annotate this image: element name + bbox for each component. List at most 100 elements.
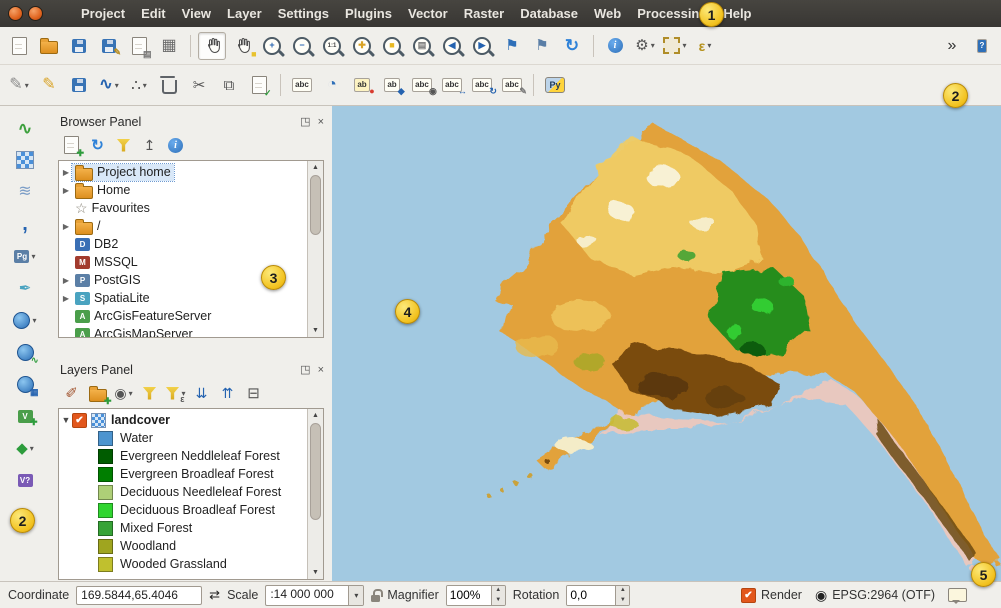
close-panel-icon[interactable]: ×: [318, 117, 324, 128]
zoom-next-button[interactable]: ▶: [468, 32, 496, 60]
identify-features-button[interactable]: i: [601, 32, 629, 60]
zoom-in-button[interactable]: +: [258, 32, 286, 60]
browser-properties-button[interactable]: i: [164, 134, 187, 157]
layer-diagram-options-button[interactable]: ◔: [318, 71, 346, 99]
expand-arrow-icon[interactable]: ▶: [60, 168, 72, 177]
layer-visibility-checkbox[interactable]: ✔: [72, 413, 87, 428]
expand-all-button[interactable]: ⇊: [190, 382, 213, 405]
toolbar-overflow-button[interactable]: »: [938, 32, 966, 60]
float-panel-icon[interactable]: ◳: [300, 365, 310, 376]
expand-arrow-icon[interactable]: ▶: [60, 276, 72, 285]
scrollbar-thumb[interactable]: [310, 423, 321, 520]
render-checkbox[interactable]: ✔: [741, 588, 756, 603]
menu-vector[interactable]: Vector: [401, 2, 455, 25]
highlight-pinned-labels-button[interactable]: ab◆: [378, 71, 406, 99]
coordinate-input[interactable]: [76, 586, 202, 605]
new-shapefile-layer-button[interactable]: V✚: [11, 402, 39, 430]
zoom-to-layer-button[interactable]: ▤: [408, 32, 436, 60]
float-panel-icon[interactable]: ◳: [300, 117, 310, 128]
add-delimited-text-button[interactable]: ,: [11, 210, 39, 238]
menu-raster[interactable]: Raster: [457, 2, 511, 25]
open-project-button[interactable]: [35, 32, 63, 60]
new-bookmark-button[interactable]: ⚑: [498, 32, 526, 60]
refresh-map-button[interactable]: ↻: [558, 32, 586, 60]
paste-features-button[interactable]: ✓: [245, 71, 273, 99]
rotate-label-button[interactable]: abc↻: [468, 71, 496, 99]
browser-tree-item[interactable]: ▶/: [60, 217, 307, 235]
menu-layer[interactable]: Layer: [220, 2, 269, 25]
chevron-down-icon[interactable]: ▾: [348, 586, 363, 605]
collapse-arrow-icon[interactable]: ▼: [60, 415, 72, 425]
browser-tree-item[interactable]: AArcGisMapServer: [60, 325, 307, 337]
show-bookmarks-button[interactable]: ⚑: [528, 32, 556, 60]
copy-features-button[interactable]: ⧉: [215, 71, 243, 99]
show-hide-labels-button[interactable]: abc◉: [408, 71, 436, 99]
python-console-button[interactable]: Py: [541, 71, 569, 99]
add-postgis-button[interactable]: Pg▾: [11, 242, 39, 270]
spin-up-icon[interactable]: ▲: [616, 586, 629, 596]
browser-tree-item[interactable]: ▶SSpatiaLite: [60, 289, 307, 307]
menu-project[interactable]: Project: [74, 2, 132, 25]
pan-to-selection-button[interactable]: ■: [228, 32, 256, 60]
layer-item-landcover[interactable]: ▼ ✔ landcover: [60, 411, 307, 429]
select-by-expression-button[interactable]: ε▾: [691, 32, 719, 60]
mouse-position-icon[interactable]: ⇄: [209, 587, 220, 603]
close-panel-icon[interactable]: ×: [318, 365, 324, 376]
browser-scrollbar[interactable]: ▲ ▼: [307, 161, 323, 337]
menu-settings[interactable]: Settings: [271, 2, 336, 25]
pan-map-button[interactable]: [198, 32, 226, 60]
rotation-spinbox[interactable]: ▲▼: [566, 585, 630, 606]
open-layer-styling-button[interactable]: ✐: [60, 382, 83, 405]
add-vector-layer-button[interactable]: ∿: [11, 114, 39, 142]
menu-web[interactable]: Web: [587, 2, 628, 25]
run-feature-action-button[interactable]: ⚙▾: [631, 32, 659, 60]
scroll-down-icon[interactable]: ▼: [312, 566, 319, 579]
browser-refresh-button[interactable]: ↻: [86, 134, 109, 157]
crs-group[interactable]: ◉ EPSG:2964 (OTF): [815, 587, 935, 604]
window-minimize-button[interactable]: [28, 6, 43, 21]
new-virtual-layer-button[interactable]: V?: [11, 466, 39, 494]
rotation-value[interactable]: [567, 586, 615, 605]
pin-labels-button[interactable]: ab●: [348, 71, 376, 99]
change-label-button[interactable]: abc✎: [498, 71, 526, 99]
expand-arrow-icon[interactable]: ▶: [60, 222, 72, 231]
digitize-with-segment-button[interactable]: ∿▾: [95, 71, 123, 99]
browser-tree-item[interactable]: ☆Favourites: [60, 199, 307, 217]
add-mesh-layer-button[interactable]: ≋: [11, 178, 39, 206]
spin-down-icon[interactable]: ▼: [492, 595, 505, 605]
messages-icon[interactable]: [948, 588, 967, 602]
scroll-down-icon[interactable]: ▼: [312, 324, 319, 337]
scrollbar-thumb[interactable]: [310, 175, 321, 235]
cut-features-button[interactable]: ✂: [185, 71, 213, 99]
browser-filter-button[interactable]: [112, 134, 135, 157]
browser-tree-item[interactable]: DDB2: [60, 235, 307, 253]
new-project-button[interactable]: [5, 32, 33, 60]
filter-legend-button[interactable]: [138, 382, 161, 405]
magnifier-spinbox[interactable]: ▲▼: [446, 585, 506, 606]
zoom-full-button[interactable]: ✚: [348, 32, 376, 60]
add-wcs-button[interactable]: ▦: [11, 370, 39, 398]
new-print-layout-button[interactable]: ▤: [125, 32, 153, 60]
layers-scrollbar[interactable]: ▲ ▼: [307, 409, 323, 579]
menu-edit[interactable]: Edit: [134, 2, 173, 25]
spin-down-icon[interactable]: ▼: [616, 595, 629, 605]
expand-arrow-icon[interactable]: ▶: [60, 294, 72, 303]
expand-arrow-icon[interactable]: ▶: [60, 186, 72, 195]
browser-collapse-all-button[interactable]: ↥: [138, 134, 161, 157]
zoom-last-button[interactable]: ◀: [438, 32, 466, 60]
add-spatialite-button[interactable]: ✒: [11, 274, 39, 302]
add-raster-layer-button[interactable]: [11, 146, 39, 174]
browser-tree-item[interactable]: AArcGisFeatureServer: [60, 307, 307, 325]
new-geopackage-layer-button[interactable]: ◆▾: [11, 434, 39, 462]
add-wfs-button[interactable]: ∿: [11, 338, 39, 366]
filter-by-expression-button[interactable]: ε▾: [164, 382, 187, 405]
scroll-up-icon[interactable]: ▲: [312, 409, 319, 422]
browser-add-layer-button[interactable]: ✚: [60, 134, 83, 157]
vertex-tool-button[interactable]: ∴▾: [125, 71, 153, 99]
menu-plugins[interactable]: Plugins: [338, 2, 399, 25]
help-button[interactable]: ?: [968, 32, 996, 60]
add-wms-button[interactable]: ▾: [11, 306, 39, 334]
browser-tree-item[interactable]: ▶Home: [60, 181, 307, 199]
window-close-button[interactable]: [8, 6, 23, 21]
zoom-out-button[interactable]: −: [288, 32, 316, 60]
